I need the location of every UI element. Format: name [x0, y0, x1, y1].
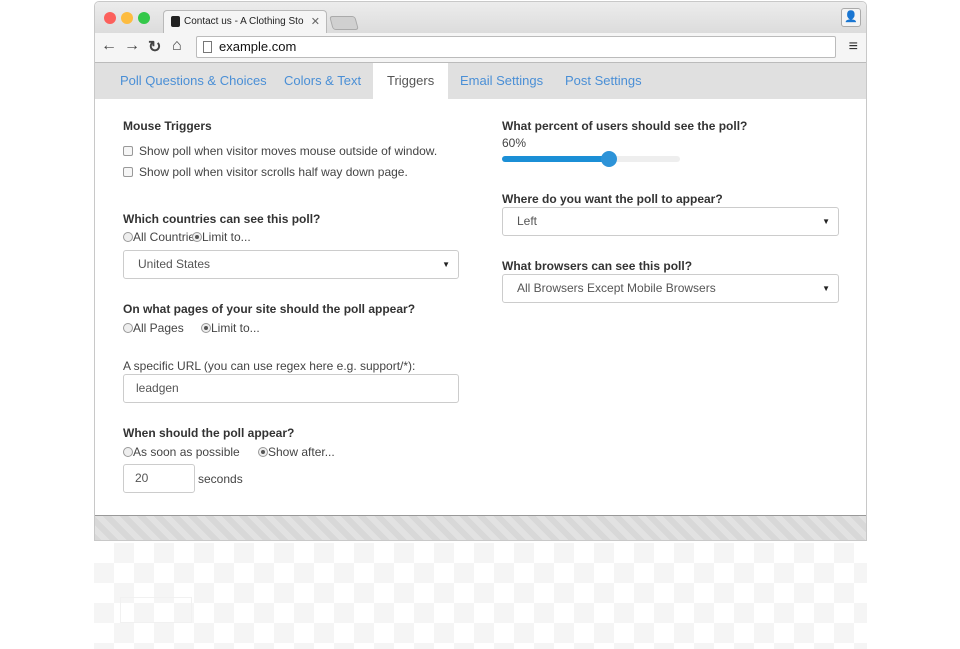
option-label: Show poll when visitor scrolls half way … [139, 165, 408, 179]
option-label: As soon as possible [133, 445, 240, 459]
option-label: Limit to... [202, 230, 251, 244]
tab-post-settings[interactable]: Post Settings [565, 63, 642, 99]
page-icon [203, 41, 212, 53]
browser-tab[interactable]: Contact us - A Clothing Sto ✕ [163, 10, 327, 34]
seconds-input[interactable]: 20 [123, 464, 195, 493]
mouse-leave-option[interactable]: Show poll when visitor moves mouse outsi… [123, 144, 437, 158]
tab-email-settings[interactable]: Email Settings [460, 63, 543, 99]
option-label: All Countries [133, 230, 202, 244]
radio[interactable] [192, 232, 202, 242]
settings-tabs: Poll Questions & Choices Colors & Text T… [95, 63, 866, 99]
tab-title: Contact us - A Clothing Sto [184, 16, 304, 27]
show-after-radio[interactable]: Show after... [258, 445, 335, 459]
dropdown-arrow-icon: ▼ [822, 284, 830, 293]
radio[interactable] [123, 323, 133, 333]
percent-value: 60% [502, 136, 527, 150]
url-text: example.com [219, 39, 297, 54]
all-pages-radio[interactable]: All Pages [123, 321, 184, 335]
select-value: All Browsers Except Mobile Browsers [517, 281, 716, 295]
minimize-window-button[interactable] [121, 12, 133, 24]
title-bar: Contact us - A Clothing Sto ✕ 👤 [95, 2, 866, 34]
triggers-panel: Mouse Triggers Show poll when visitor mo… [95, 99, 866, 515]
scroll-half-option[interactable]: Show poll when visitor scrolls half way … [123, 165, 408, 179]
limit-pages-radio[interactable]: Limit to... [201, 321, 260, 335]
tab-triggers[interactable]: Triggers [373, 63, 449, 99]
tab-poll-questions[interactable]: Poll Questions & Choices [120, 63, 267, 99]
close-tab-icon[interactable]: ✕ [311, 11, 320, 33]
url-input[interactable]: leadgen [123, 374, 459, 403]
profile-icon[interactable]: 👤 [841, 8, 861, 27]
seconds-label: seconds [198, 472, 243, 486]
when-heading: When should the poll appear? [123, 426, 295, 440]
new-tab-button[interactable] [329, 16, 359, 30]
select-value: Left [517, 214, 538, 228]
browsers-heading: What browsers can see this poll? [502, 259, 693, 273]
dropdown-arrow-icon: ▼ [442, 260, 450, 269]
option-label: Show after... [268, 445, 335, 459]
radio[interactable] [123, 447, 133, 457]
all-countries-radio[interactable]: All Countries [123, 230, 201, 244]
forward-icon[interactable]: → [124, 37, 140, 55]
address-bar[interactable]: example.com [196, 36, 836, 58]
position-heading: Where do you want the poll to appear? [502, 192, 723, 206]
window-reflection [94, 543, 867, 649]
back-icon[interactable]: ← [101, 37, 117, 55]
url-label: A specific URL (you can use regex here e… [123, 359, 416, 373]
option-label: All Pages [133, 321, 184, 335]
radio[interactable] [123, 232, 133, 242]
browser-toolbar: ← → ↻ ⌂ example.com ≡ [95, 33, 866, 63]
pages-heading: On what pages of your site should the po… [123, 302, 416, 316]
reload-icon[interactable]: ↻ [148, 37, 161, 57]
reflection-seconds [120, 597, 192, 623]
mouse-triggers-heading: Mouse Triggers [123, 119, 212, 133]
dropdown-arrow-icon: ▼ [822, 217, 830, 226]
country-select[interactable]: United States ▼ [123, 250, 459, 279]
browsers-select[interactable]: All Browsers Except Mobile Browsers ▼ [502, 274, 839, 303]
option-label: Show poll when visitor moves mouse outsi… [139, 144, 438, 158]
tab-colors-text[interactable]: Colors & Text [284, 63, 361, 99]
slider-handle[interactable] [600, 151, 617, 167]
option-label: Limit to... [211, 321, 260, 335]
select-value: United States [138, 257, 211, 271]
radio[interactable] [201, 323, 211, 333]
home-icon[interactable]: ⌂ [172, 37, 182, 55]
checkbox[interactable] [123, 167, 133, 177]
radio[interactable] [258, 447, 268, 457]
limit-countries-radio[interactable]: Limit to... [192, 230, 251, 244]
close-window-button[interactable] [104, 12, 116, 24]
pattern-footer [95, 515, 866, 540]
checkbox[interactable] [123, 146, 133, 156]
percent-heading: What percent of users should see the pol… [502, 119, 748, 133]
menu-icon[interactable]: ≡ [849, 38, 858, 56]
browser-window: Contact us - A Clothing Sto ✕ 👤 ← → ↻ ⌂ … [94, 1, 867, 541]
asap-radio[interactable]: As soon as possible [123, 445, 240, 459]
percent-slider[interactable] [502, 151, 680, 167]
countries-heading: Which countries can see this poll? [123, 212, 321, 226]
maximize-window-button[interactable] [138, 12, 150, 24]
slider-fill [502, 156, 609, 162]
position-select[interactable]: Left ▼ [502, 207, 839, 236]
shopping-bag-icon [171, 16, 180, 27]
